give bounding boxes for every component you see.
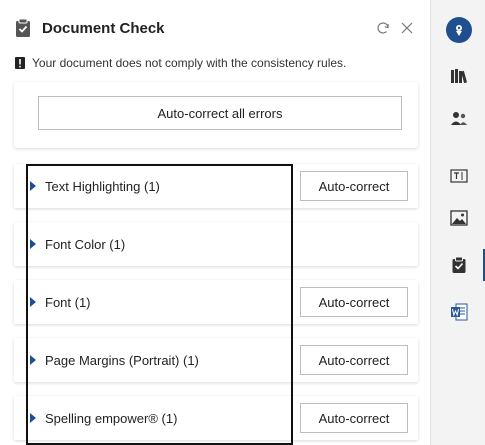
status-text: Your document does not comply with the c… [32,56,347,70]
group-label: Font (1) [45,294,91,310]
group-label: Page Margins (Portrait) (1) [45,352,199,368]
group-label: Spelling empower® (1) [45,410,178,426]
text-field-icon[interactable] [431,156,485,196]
autocorrect-all-button[interactable]: Auto-correct all errors [38,96,402,130]
group-row: Text Highlighting (1) Auto-correct [14,164,418,208]
group-label: Font Color (1) [45,236,126,252]
autocorrect-all-card: Auto-correct all errors [14,82,418,148]
refresh-icon[interactable] [374,19,392,37]
group-spelling[interactable]: Spelling empower® (1) Auto-correct [14,396,418,440]
group-font[interactable]: Font (1) Auto-correct [14,280,418,324]
expand-caret-icon[interactable] [28,239,38,249]
group-row: Font (1) Auto-correct [14,280,418,324]
autocorrect-button[interactable]: Auto-correct [300,403,408,433]
close-icon[interactable] [398,19,416,37]
panel-header: Document Check [14,14,416,42]
status-message: Your document does not comply with the c… [14,54,418,72]
group-label: Text Highlighting (1) [45,178,160,194]
group-row: Page Margins (Portrait) (1) Auto-correct [14,338,418,382]
document-check-title-icon [16,18,30,37]
right-sidebar [430,0,485,445]
panel-title: Document Check [42,19,165,37]
group-text-highlighting[interactable]: Text Highlighting (1) Auto-correct [14,164,418,208]
group-row: Font Color (1) [14,222,418,266]
expand-caret-icon[interactable] [28,181,38,191]
people-icon[interactable] [431,98,485,138]
library-icon[interactable] [431,56,485,96]
expand-caret-icon[interactable] [28,297,38,307]
document-check-panel: Document Check Your document does not co… [0,0,430,445]
expand-caret-icon[interactable] [28,413,38,423]
expand-caret-icon[interactable] [28,355,38,365]
group-font-color[interactable]: Font Color (1) [14,222,418,266]
document-warning-icon [15,57,25,69]
document-check-icon[interactable] [431,245,485,285]
group-row: Spelling empower® (1) Auto-correct [14,396,418,440]
word-document-icon[interactable] [431,292,485,332]
autocorrect-button[interactable]: Auto-correct [300,287,408,317]
autocorrect-button[interactable]: Auto-correct [300,345,408,375]
app-logo-icon[interactable] [431,10,485,50]
autocorrect-button[interactable]: Auto-correct [300,171,408,201]
group-page-margins[interactable]: Page Margins (Portrait) (1) Auto-correct [14,338,418,382]
image-icon[interactable] [431,198,485,238]
